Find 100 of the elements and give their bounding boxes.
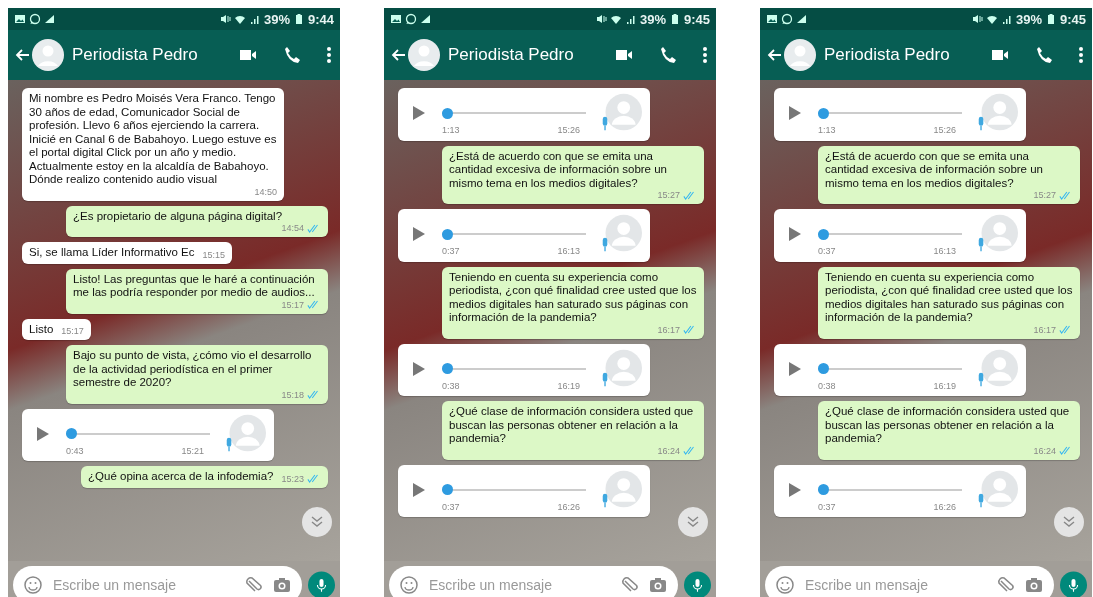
play-icon[interactable] <box>788 105 802 121</box>
triangle-icon <box>420 13 432 25</box>
scroll-down-button[interactable] <box>1054 507 1084 537</box>
signal-icon <box>248 13 261 25</box>
message-time: 16:17 <box>1033 324 1056 335</box>
play-icon[interactable] <box>36 425 50 442</box>
audio-duration: 0:37 <box>818 500 836 514</box>
message-text: Si, se llama Líder Informativo Ec <box>29 246 195 260</box>
more-options-icon[interactable] <box>326 45 332 65</box>
message-text: ¿Está de acuerdo con que se emita una cantidad excesiva de información sobre un mismo tema en los medios digitales? <box>825 149 1044 190</box>
scroll-down-button[interactable] <box>302 507 332 537</box>
audio-progress-thumb[interactable] <box>442 363 453 374</box>
audio-progress-thumb[interactable] <box>818 363 829 374</box>
play-icon[interactable] <box>412 481 426 498</box>
play-icon[interactable] <box>788 226 802 242</box>
avatar-silhouette-icon[interactable] <box>32 39 64 71</box>
message-time: 14:50 <box>254 186 277 197</box>
phone-icon[interactable] <box>1034 45 1054 65</box>
message-text: ¿Está de acuerdo con que se emita una cantidad excesiva de información sobre un mismo tema en los medios digitales? <box>449 149 668 190</box>
more-options-icon[interactable] <box>1078 45 1084 65</box>
message-time: 14:54 <box>281 223 304 233</box>
back-arrow-icon[interactable] <box>390 47 406 63</box>
message-time: 15:23 <box>281 473 304 484</box>
message-text: Teniendo en cuenta su experiencia como periodista, ¿con qué finalidad cree usted que los medios digitales han saturado sus páginas con información de la pandemia? <box>825 270 1073 325</box>
avatar-silhouette-icon[interactable] <box>784 39 816 71</box>
battery-percentage: 39% <box>639 11 666 27</box>
emoji-icon[interactable] <box>23 574 43 595</box>
message-time: 16:26 <box>933 500 956 514</box>
audio-duration: 0:37 <box>442 500 460 514</box>
audio-progress-thumb[interactable] <box>442 228 453 240</box>
message-time: 16:19 <box>557 379 580 393</box>
scroll-down-button[interactable] <box>678 507 708 537</box>
message-time: 16:26 <box>557 500 580 514</box>
phone-icon[interactable] <box>658 45 678 65</box>
audio-progress-thumb[interactable] <box>442 107 453 119</box>
clock-time: 9:45 <box>1059 11 1086 27</box>
signal-icon <box>624 13 637 25</box>
play-icon[interactable] <box>788 481 802 498</box>
message-text: Mi nombre es Pedro Moisés Vera Franco. Tengo 30 años de edad, Comunicador Social de profesión. Llevo 6 años ejerciendo la carrera. Inicié en Canal 6 de Babahoyo. Luego estuve es el portal digital Click por un año y medio. Actualmente estoy en la alcaldía de Babahoyo. Dónde realizo contenido audio visual <box>29 92 277 187</box>
message-time: 15:27 <box>1033 190 1056 200</box>
message-time: 15:15 <box>202 249 226 260</box>
audio-duration: 0:37 <box>442 245 460 258</box>
back-arrow-icon[interactable] <box>766 47 782 63</box>
audio-duration: 0:37 <box>818 245 836 258</box>
message-time: 15:26 <box>557 124 580 137</box>
contact-name[interactable]: Periodista Pedro <box>72 45 238 65</box>
message-time: 15:21 <box>181 444 204 458</box>
audio-progress-thumb[interactable] <box>818 484 829 495</box>
message-text: ¿Qué clase de información considera usted que buscan las personas obtener en relación a la pandemia? <box>825 405 1071 446</box>
battery-percentage: 39% <box>1015 11 1042 27</box>
wifi-icon <box>985 13 998 25</box>
triangle-icon <box>796 13 808 25</box>
audio-duration: 1:13 <box>442 124 460 137</box>
image-icon <box>390 13 402 25</box>
contact-name[interactable]: Periodista Pedro <box>448 45 614 65</box>
contact-name[interactable]: Periodista Pedro <box>824 45 990 65</box>
audio-duration: 0:38 <box>818 379 836 393</box>
message-time: 15:27 <box>657 190 680 200</box>
chat-bubble-icon <box>781 13 793 25</box>
emoji-icon[interactable] <box>775 574 795 595</box>
play-icon[interactable] <box>412 105 426 121</box>
message-input-bar[interactable]: Escribe un mensaje <box>13 565 302 597</box>
back-arrow-icon[interactable] <box>14 47 30 63</box>
message-time: 16:24 <box>1033 445 1056 456</box>
message-text: ¿Qué opina acerca de la infodemia? <box>88 470 274 484</box>
chat-bubble-icon <box>405 13 417 25</box>
emoji-icon[interactable] <box>399 574 419 595</box>
message-text: Bajo su punto de vista, ¿cómo vio el desarrollo de la actividad periodística en el primer semestre de 2020? <box>73 349 313 390</box>
message-text: Listo <box>29 322 54 336</box>
audio-progress-thumb[interactable] <box>818 228 829 240</box>
play-icon[interactable] <box>412 226 426 242</box>
message-time: 16:24 <box>657 445 680 456</box>
audio-progress-thumb[interactable] <box>818 107 829 119</box>
wifi-icon <box>233 13 246 25</box>
message-input-bar[interactable]: Escribe un mensaje <box>389 565 678 597</box>
message-time: 15:17 <box>61 326 84 336</box>
phone-icon[interactable] <box>282 45 302 65</box>
message-text: Listo! Las preguntas que le haré a continuación me las podría responder por medio de audios... <box>73 272 316 300</box>
avatar-silhouette-icon[interactable] <box>408 39 440 71</box>
message-time: 16:19 <box>933 379 956 393</box>
play-icon[interactable] <box>412 360 426 377</box>
message-time: 16:17 <box>657 324 680 335</box>
triangle-icon <box>44 13 56 25</box>
audio-progress-thumb[interactable] <box>66 428 77 439</box>
play-icon[interactable] <box>788 360 802 377</box>
mute-icon <box>970 13 983 25</box>
message-input-bar[interactable]: Escribe un mensaje <box>765 565 1054 597</box>
clock-time: 9:44 <box>307 11 334 27</box>
message-time: 15:18 <box>281 389 304 400</box>
message-time: 15:26 <box>933 124 956 137</box>
image-icon <box>766 13 778 25</box>
mute-icon <box>594 13 607 25</box>
chat-bubble-icon <box>29 13 41 25</box>
message-text: ¿Es propietario de alguna página digital? <box>73 209 283 223</box>
message-text: ¿Qué clase de información considera usted que buscan las personas obtener en relación a la pandemia? <box>449 405 695 446</box>
audio-duration: 0:43 <box>66 444 84 458</box>
message-time: 15:17 <box>281 299 304 310</box>
more-options-icon[interactable] <box>702 45 708 65</box>
mute-icon <box>218 13 231 25</box>
audio-progress-thumb[interactable] <box>442 484 453 495</box>
